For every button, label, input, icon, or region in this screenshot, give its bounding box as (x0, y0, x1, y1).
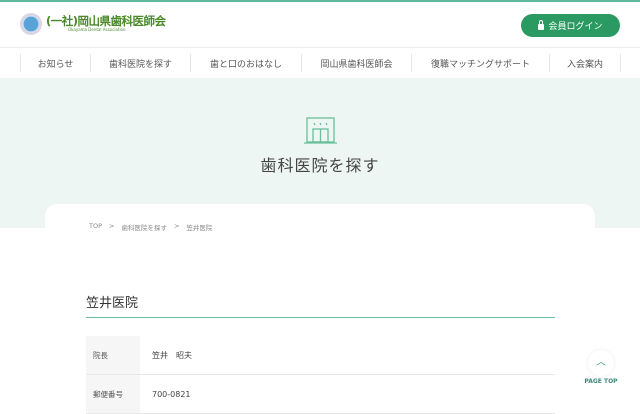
clinic-name: 笠井医院 (86, 296, 139, 311)
table-row: 院長 笠井 昭夫 (86, 336, 555, 375)
row-label: 院長 (86, 336, 140, 374)
main-nav: お知らせ 歯科医院を探す 歯と口のおはなし 岡山県歯科医師会 復職マッチングサポ… (0, 47, 640, 78)
page-top-button[interactable]: ︿ PAGE TOP (584, 350, 618, 385)
nav-item-join[interactable]: 入会案内 (549, 54, 621, 72)
nav-item-teeth-talk[interactable]: 歯と口のおはなし (190, 54, 301, 72)
lock-icon (538, 19, 545, 30)
row-value: 笠井 昭夫 (152, 350, 192, 360)
breadcrumb-top[interactable]: TOP (89, 222, 102, 232)
breadcrumb-find-clinic[interactable]: 歯科医院を探す (121, 222, 167, 232)
page-top-label: PAGE TOP (584, 378, 618, 385)
title-divider (86, 317, 555, 318)
breadcrumb-separator: > (109, 222, 115, 230)
table-row: 郵便番号 700-0821 (86, 375, 555, 414)
site-logo[interactable]: (一社)岡山県歯科医師会 Okayama Dental Association (20, 13, 166, 35)
logo-subtext: Okayama Dental Association (68, 26, 126, 32)
row-label: 郵便番号 (86, 375, 140, 413)
page-title: 歯科医院を探す (260, 156, 380, 175)
breadcrumb: TOP > 歯科医院を探す > 笠井医院 (89, 222, 212, 232)
building-icon (304, 117, 337, 144)
row-value: 700-0821 (152, 389, 191, 399)
member-login-button[interactable]: 会員ログイン (521, 14, 620, 37)
logo-emblem-icon (20, 13, 42, 35)
header: (一社)岡山県歯科医師会 Okayama Dental Association … (0, 2, 640, 47)
login-label: 会員ログイン (548, 22, 603, 32)
chevron-up-icon: ︿ (588, 350, 614, 376)
breadcrumb-current: 笠井医院 (186, 224, 213, 232)
breadcrumb-separator: > (173, 222, 180, 230)
nav-item-news[interactable]: お知らせ (20, 54, 90, 72)
nav-item-job-matching[interactable]: 復職マッチングサポート (411, 54, 549, 72)
nav-item-association[interactable]: 岡山県歯科医師会 (301, 54, 411, 72)
nav-item-find-clinic[interactable]: 歯科医院を探す (90, 54, 190, 72)
